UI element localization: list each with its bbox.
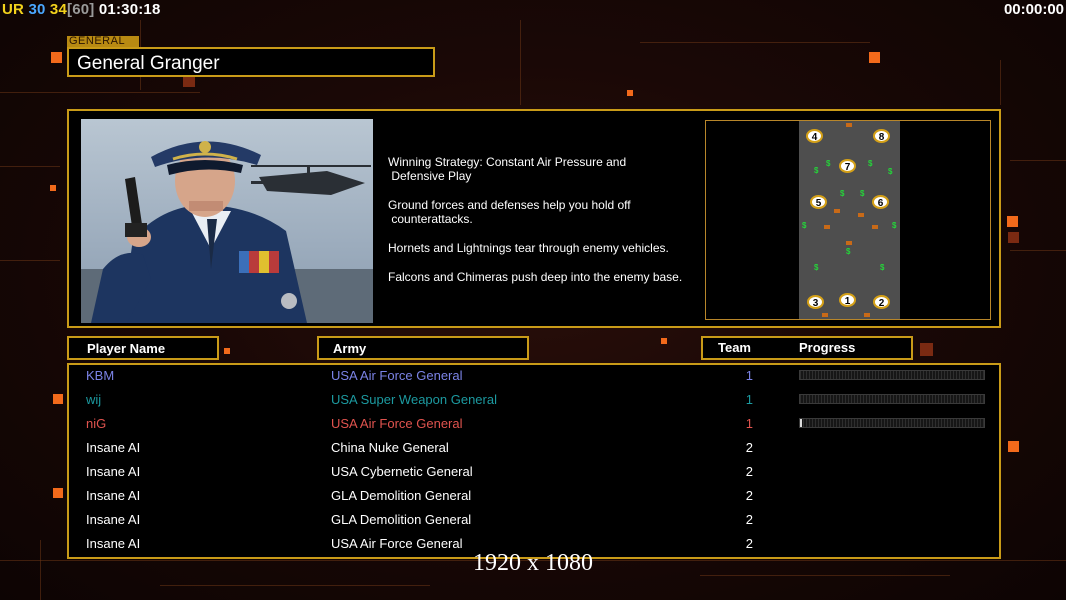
structure-icon [846,123,852,127]
supply-icon: $ [814,166,819,175]
hud-stats: UR 30 34[60] 01:30:18 [2,1,161,18]
strategy-line: Winning Strategy: Constant Air Pressure … [388,155,627,183]
player-name: Insane AI [86,512,141,527]
header-team-label: Team [718,340,751,355]
structure-icon [824,225,830,229]
start-spot-2: 2 [873,295,890,309]
player-army: USA Cybernetic General [331,464,473,479]
player-army: USA Air Force General [331,416,463,431]
strategy-text: Winning Strategy: Constant Air Pressure … [388,155,708,299]
player-row: Insane AI China Nuke General 2 [69,439,999,463]
hud-value-a: 30 [28,1,46,18]
player-name: Insane AI [86,464,141,479]
start-spot-5: 5 [810,195,827,209]
player-army: GLA Demolition General [331,512,472,527]
player-name: Insane AI [86,536,141,551]
player-team: 2 [745,488,753,503]
strategy-line: Ground forces and defenses help you hold… [388,198,631,226]
player-row: Insane AI GLA Demolition General 2 [69,487,999,511]
supply-icon: $ [840,189,845,198]
player-team: 2 [745,536,753,551]
hud-clock: 01:30:18 [98,1,161,18]
header-player-label: Player Name [87,341,166,356]
start-spot-3: 3 [807,295,824,309]
start-spot-6: 6 [872,195,889,209]
general-name: General Granger [77,53,220,74]
start-spot-4: 4 [806,129,823,143]
strategy-line: Hornets and Lightnings tear through enem… [388,241,669,255]
header-progress-label: Progress [799,340,856,355]
header-team-progress: Team Progress [701,336,913,360]
supply-icon: $ [880,263,885,272]
player-army: GLA Demolition General [331,488,472,503]
hud-value-b: 34 [49,1,68,18]
start-spot-8: 8 [873,129,890,143]
supply-icon: $ [826,159,831,168]
strategy-line: Falcons and Chimeras push deep into the … [388,270,683,284]
structure-icon [864,313,870,317]
general-name-box: General Granger [67,47,435,77]
player-team: 1 [745,392,753,407]
structure-icon [834,209,840,213]
progress-bar [799,418,985,428]
supply-icon: $ [802,221,807,230]
supply-icon: $ [888,167,893,176]
start-spot-1: 1 [839,293,856,307]
structure-icon [846,241,852,245]
structure-icon [822,313,828,317]
player-row: Insane AI GLA Demolition General 2 [69,511,999,535]
minimap: 4 8 7 5 6 3 1 2 $ $ $ $ $ $ $ $ $ $ $ [705,120,991,320]
player-team: 2 [745,512,753,527]
supply-icon: $ [860,189,865,198]
player-row: KBM USA Air Force General 1 [69,367,999,391]
progress-bar [799,394,985,404]
header-army-label: Army [333,341,367,356]
ur-label: UR [2,1,25,18]
minimap-terrain [799,121,900,319]
player-team: 2 [745,464,753,479]
player-army: USA Super Weapon General [331,392,497,407]
players-table: KBM USA Air Force General 1 wij USA Super We… [67,363,1001,559]
progress-fill [800,419,802,427]
player-row: wij USA Super Weapon General 1 [69,391,999,415]
hud-value-c: [60] [67,1,95,18]
progress-bar [799,370,985,380]
header-player-name: Player Name [67,336,219,360]
player-team: 2 [745,440,753,455]
start-spot-7: 7 [839,159,856,173]
hud-timer: 00:00:00 [1003,1,1064,18]
general-info-panel: Winning Strategy: Constant Air Pressure … [67,109,1001,328]
resolution-label: 1920 x 1080 [473,550,593,576]
general-portrait [81,119,373,323]
player-name: Insane AI [86,488,141,503]
player-team: 1 [745,368,753,383]
player-army: USA Air Force General [331,536,463,551]
player-row: Insane AI USA Cybernetic General 2 [69,463,999,487]
supply-icon: $ [868,159,873,168]
supply-icon: $ [892,221,897,230]
player-army: China Nuke General [331,440,449,455]
player-army: USA Air Force General [331,368,463,383]
structure-icon [872,225,878,229]
player-name: KBM [86,368,115,383]
structure-icon [858,213,864,217]
player-team: 1 [745,416,753,431]
supply-icon: $ [846,247,851,256]
player-name: Insane AI [86,440,141,455]
general-tag: GENERAL [67,36,139,47]
player-name: wij [86,392,102,407]
header-army: Army [317,336,529,360]
player-name: niG [86,416,107,431]
player-row: niG USA Air Force General 1 [69,415,999,439]
supply-icon: $ [814,263,819,272]
